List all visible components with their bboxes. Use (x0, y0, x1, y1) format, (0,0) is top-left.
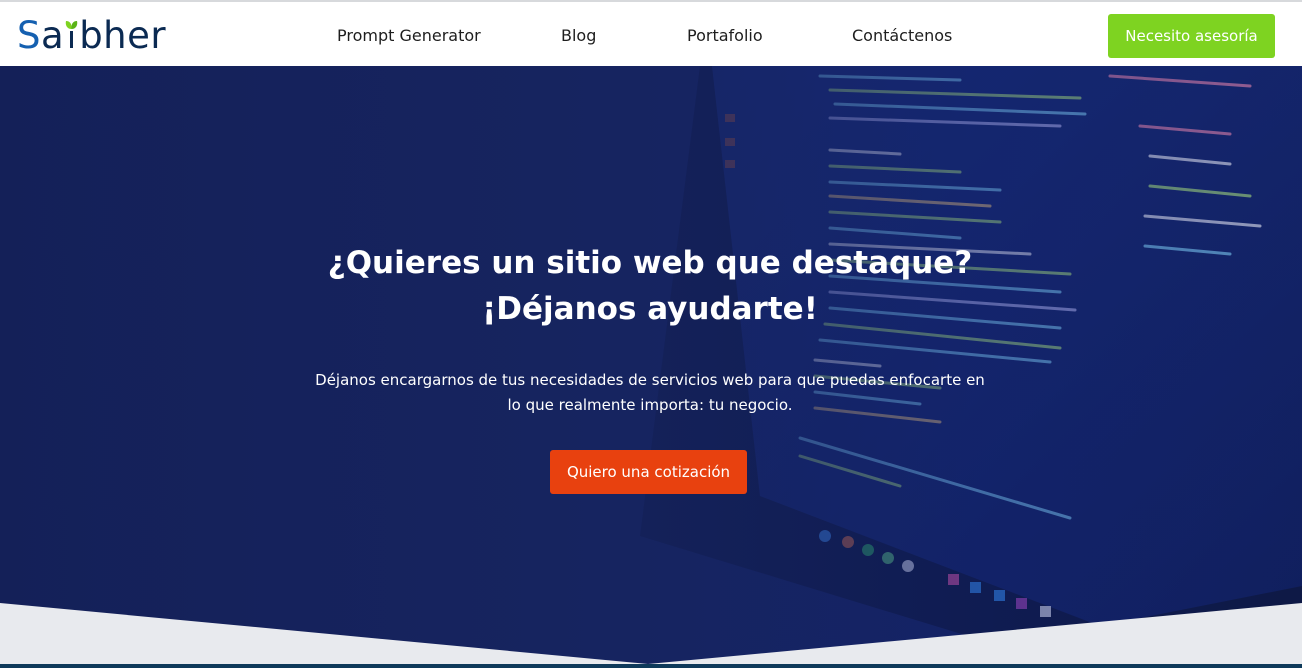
logo-letter-s: S (17, 14, 41, 57)
bottom-edge-strip (0, 664, 1302, 668)
nav-link-contactenos[interactable]: Contáctenos (852, 26, 952, 45)
nav-link-portafolio[interactable]: Portafolio (687, 26, 763, 45)
logo-letter-a: a (41, 14, 65, 57)
brand-logo[interactable]: Sa bher (17, 16, 166, 56)
need-advice-button[interactable]: Necesito asesoría (1108, 14, 1275, 58)
leaf-i-icon (65, 18, 78, 48)
top-navbar: Sa bher Prompt Generator Blog Portafolio… (0, 0, 1302, 66)
section-divider-wedge (0, 603, 1302, 664)
nav-link-prompt-generator[interactable]: Prompt Generator (337, 26, 481, 45)
hero-section: ¿Quieres un sitio web que destaque? ¡Déj… (0, 66, 1302, 664)
nav-link-blog[interactable]: Blog (561, 26, 596, 45)
logo-suffix: bher (79, 14, 167, 57)
